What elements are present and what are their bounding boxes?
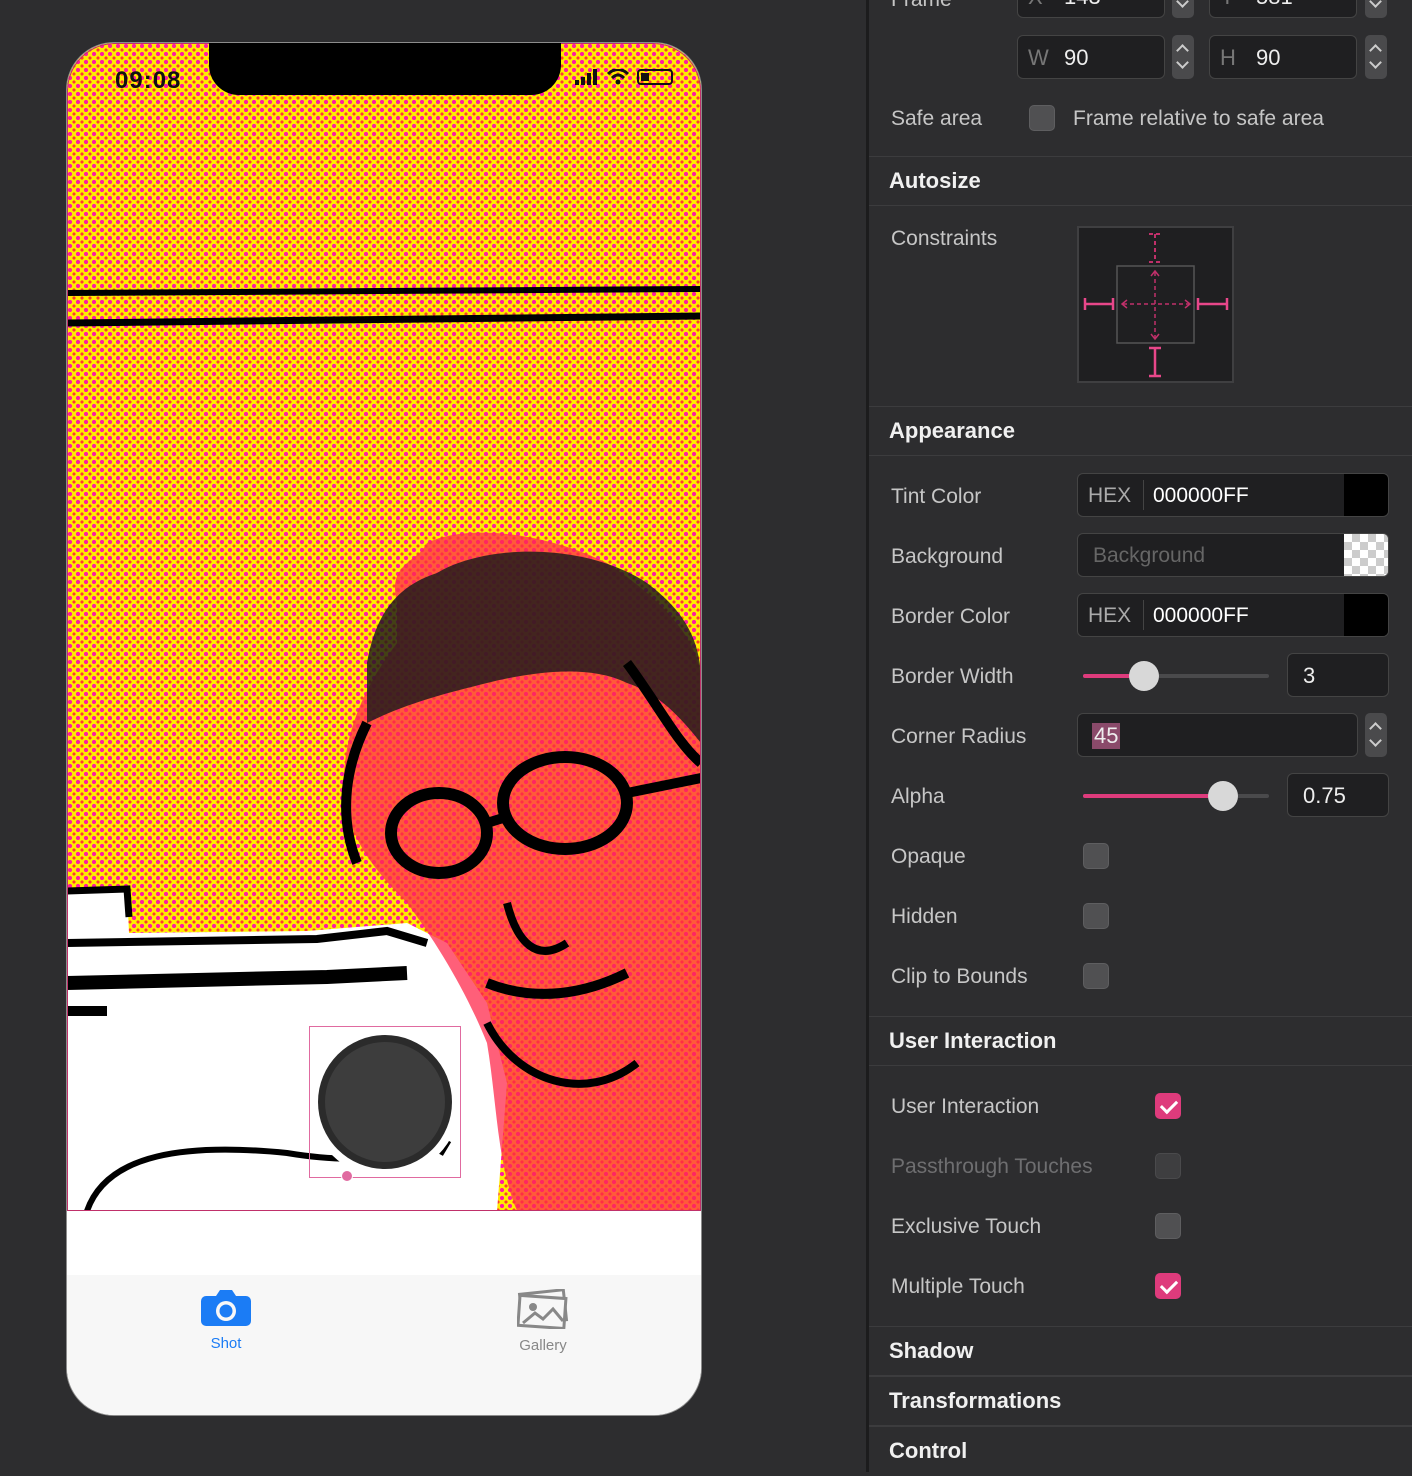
alpha-slider-knob[interactable]: [1208, 781, 1238, 811]
tint-color-label: Tint Color: [891, 485, 982, 508]
tint-color-value: 000000FF: [1153, 484, 1249, 507]
multiple-touch-label: Multiple Touch: [891, 1275, 1025, 1298]
corner-radius-label: Corner Radius: [891, 725, 1027, 748]
alpha-label: Alpha: [891, 785, 945, 808]
frame-h-field[interactable]: H 90: [1209, 35, 1357, 79]
passthrough-touches-checkbox: [1155, 1153, 1181, 1179]
frame-x-stepper[interactable]: [1172, 0, 1194, 18]
border-width-input[interactable]: 3: [1287, 653, 1389, 697]
tint-color-swatch[interactable]: [1344, 474, 1388, 516]
tab-gallery[interactable]: Gallery: [483, 1288, 603, 1354]
border-width-slider-knob[interactable]: [1129, 661, 1159, 691]
frame-y-stepper[interactable]: [1365, 0, 1387, 18]
constraints-editor[interactable]: [1077, 226, 1234, 383]
section-autosize[interactable]: Autosize: [869, 156, 1412, 206]
section-shadow[interactable]: Shadow: [869, 1326, 1412, 1376]
tab-shot[interactable]: Shot: [166, 1289, 286, 1352]
passthrough-touches-label: Passthrough Touches: [891, 1155, 1093, 1178]
opaque-label: Opaque: [891, 845, 966, 868]
alpha-slider-fill: [1083, 794, 1223, 798]
section-control-title: Control: [889, 1438, 968, 1463]
gallery-icon: [516, 1288, 569, 1331]
resize-handle[interactable]: [341, 1170, 353, 1182]
tint-color-field[interactable]: HEX 000000FF: [1077, 473, 1389, 517]
border-color-label: Border Color: [891, 605, 1011, 628]
frame-w-value: 90: [1064, 45, 1089, 70]
design-canvas[interactable]: 09:08 Shot Gallery: [0, 0, 866, 1472]
border-color-field[interactable]: HEX 000000FF: [1077, 593, 1389, 637]
section-appearance-title: Appearance: [889, 418, 1015, 443]
device-notch: [209, 43, 561, 95]
constraints-label: Constraints: [891, 227, 998, 250]
border-width-slider[interactable]: [1083, 661, 1269, 691]
section-transformations[interactable]: Transformations: [869, 1376, 1412, 1426]
tab-bar: Shot Gallery: [67, 1275, 701, 1415]
user-interaction-label: User Interaction: [891, 1095, 1040, 1118]
safe-area-label: Safe area: [891, 107, 983, 130]
section-user-interaction-title: User Interaction: [889, 1028, 1057, 1053]
frame-y-field[interactable]: Y 581: [1209, 0, 1357, 18]
status-bar-time: 09:08: [115, 67, 182, 94]
exclusive-touch-label: Exclusive Touch: [891, 1215, 1042, 1238]
opaque-checkbox[interactable]: [1083, 843, 1109, 869]
safe-area-checkbox-label[interactable]: Frame relative to safe area: [1073, 107, 1324, 131]
exclusive-touch-checkbox[interactable]: [1155, 1213, 1181, 1239]
shutter-core: [325, 1042, 445, 1162]
background-label: Background: [891, 545, 1004, 568]
section-control[interactable]: Control: [869, 1426, 1412, 1476]
corner-radius-value: 45: [1092, 723, 1121, 749]
background-color-field[interactable]: Background: [1077, 533, 1389, 577]
tab-shot-label: Shot: [210, 1335, 242, 1352]
corner-radius-stepper[interactable]: [1365, 713, 1387, 757]
frame-x-value: 143: [1064, 0, 1101, 10]
frame-h-stepper[interactable]: [1365, 35, 1387, 79]
shutter-ring: [318, 1035, 452, 1169]
corner-radius-input[interactable]: 45: [1077, 713, 1358, 757]
border-width-label: Border Width: [891, 665, 1014, 688]
status-bar-icons: [575, 69, 673, 85]
alpha-slider[interactable]: [1083, 781, 1269, 811]
frame-h-value: 90: [1256, 45, 1281, 70]
alpha-input[interactable]: 0.75: [1287, 773, 1389, 817]
frame-y-value: 581: [1256, 0, 1293, 10]
frame-label: Frame: [891, 0, 952, 12]
camera-icon: [201, 1290, 251, 1326]
multiple-touch-checkbox[interactable]: [1155, 1273, 1181, 1299]
section-transformations-title: Transformations: [889, 1388, 1062, 1413]
tab-gallery-label: Gallery: [519, 1337, 567, 1354]
section-shadow-title: Shadow: [889, 1338, 974, 1363]
user-interaction-checkbox[interactable]: [1155, 1093, 1181, 1119]
inspector-panel: Frame X 143 Y 581 W 90 H 90 Safe area Fr…: [869, 0, 1412, 1472]
background-placeholder: Background: [1093, 544, 1206, 567]
frame-w-stepper[interactable]: [1172, 35, 1194, 79]
iphone-device-frame: 09:08 Shot Gallery: [66, 42, 702, 1416]
cellular-signal-icon: [575, 69, 599, 85]
background-swatch[interactable]: [1344, 534, 1388, 576]
frame-x-field[interactable]: X 143: [1017, 0, 1165, 18]
battery-icon: [637, 69, 673, 85]
constraints-diagram: [1083, 233, 1229, 378]
hidden-label: Hidden: [891, 905, 958, 928]
border-color-value: 000000FF: [1153, 604, 1249, 627]
safe-area-checkbox[interactable]: [1029, 105, 1055, 131]
clip-to-bounds-checkbox[interactable]: [1083, 963, 1109, 989]
clip-to-bounds-label: Clip to Bounds: [891, 965, 1028, 988]
shutter-button[interactable]: [310, 1027, 460, 1177]
border-color-swatch[interactable]: [1344, 594, 1388, 636]
hidden-checkbox[interactable]: [1083, 903, 1109, 929]
wifi-icon: [607, 69, 629, 85]
section-user-interaction[interactable]: User Interaction: [869, 1016, 1412, 1066]
section-autosize-title: Autosize: [889, 168, 981, 193]
section-appearance[interactable]: Appearance: [869, 406, 1412, 456]
frame-w-field[interactable]: W 90: [1017, 35, 1165, 79]
